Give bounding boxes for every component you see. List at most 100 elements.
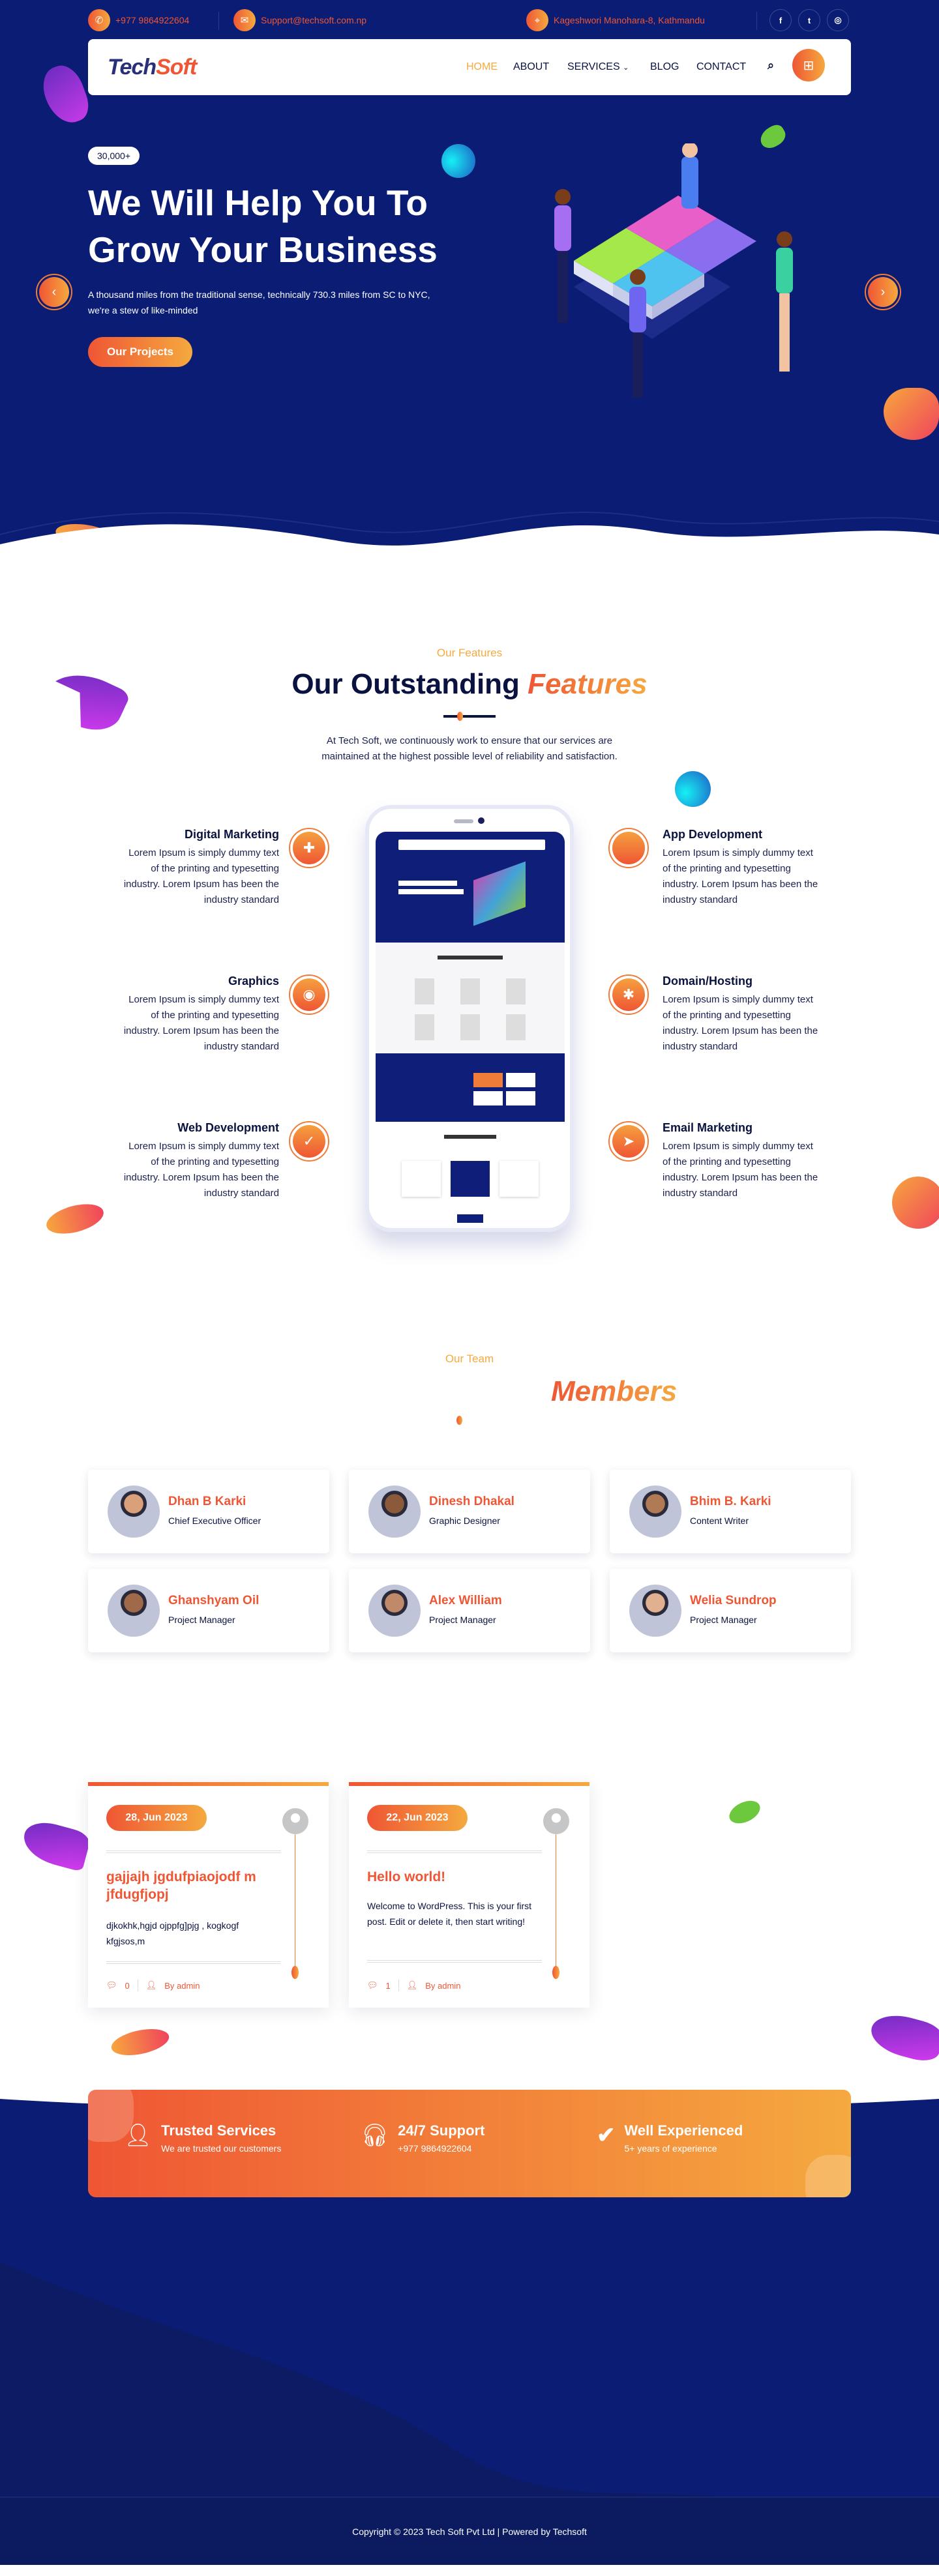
avatar: [629, 1486, 681, 1538]
member-role: Graphic Designer: [429, 1515, 500, 1526]
timeline-dot: [552, 1966, 559, 1979]
comment-count[interactable]: 0: [125, 1981, 130, 1991]
social-links: f t ◎: [769, 9, 849, 31]
puzzle-icon: ✚: [289, 828, 329, 868]
hero-section: ✆ +977 9864922604 ✉ Support@techsoft.com…: [0, 0, 939, 567]
team-member-card[interactable]: Dhan B Karki Chief Executive Officer: [88, 1470, 329, 1553]
features-title: Our Outstanding Features: [291, 668, 648, 700]
nav-blog[interactable]: BLOG: [650, 61, 679, 73]
post-date-badge: 28, Jun 2023: [106, 1805, 207, 1831]
team-member-card[interactable]: Ghanshyam Oil Project Manager: [88, 1569, 329, 1652]
member-name: Alex William: [429, 1594, 502, 1607]
asterisk-icon: ✱: [608, 974, 649, 1015]
purple-blob-decoration: [18, 1817, 93, 1872]
post-title[interactable]: Hello world!: [367, 1868, 546, 1886]
nav-contact[interactable]: CONTACT: [696, 61, 746, 73]
feature-digital-marketing: Digital Marketing Lorem Ipsum is simply …: [123, 828, 279, 905]
team-member-card[interactable]: Welia Sundrop Project Manager: [610, 1569, 851, 1652]
post-author[interactable]: By admin: [164, 1981, 200, 1991]
purple-blob-decoration: [37, 60, 94, 129]
card-top-bar: [349, 1782, 589, 1786]
avatar: [108, 1585, 160, 1637]
chevron-down-icon: ⌄: [623, 64, 629, 72]
divider-dot: [456, 1416, 462, 1425]
chevron-right-icon: ›: [868, 277, 898, 307]
divider: [106, 1961, 281, 1964]
team-member-card[interactable]: Dinesh Dhakal Graphic Designer: [349, 1470, 590, 1553]
feature-web-development: Web Development Lorem Ipsum is simply du…: [123, 1121, 279, 1199]
instagram-icon[interactable]: ◎: [827, 9, 849, 31]
check-icon: ✓: [289, 1121, 329, 1162]
phone-screen: [376, 832, 565, 1223]
topbar-phone[interactable]: ✆ +977 9864922604: [88, 9, 189, 31]
orange-blob-decoration: [892, 1177, 939, 1229]
nav-home[interactable]: HOME: [466, 61, 498, 73]
slider-prev-button[interactable]: ‹: [36, 274, 72, 310]
post-excerpt: Welcome to WordPress. This is your first…: [367, 1901, 532, 1927]
feature-email-marketing: Email Marketing Lorem Ipsum is simply du…: [663, 1121, 818, 1199]
avatar: [368, 1585, 421, 1637]
divider: [398, 1980, 399, 1991]
team-eyebrow: Our Team: [445, 1353, 494, 1365]
divider: [756, 12, 757, 30]
cta-experience: ✔ Well Experienced 5+ years of experience: [597, 2122, 743, 2154]
team-member-card[interactable]: Bhim B. Karki Content Writer: [610, 1470, 851, 1553]
banner-shape-decoration: [805, 2155, 851, 2197]
divider: [218, 12, 219, 30]
feature-graphics: Graphics Lorem Ipsum is simply dummy tex…: [123, 974, 279, 1052]
divider: [367, 1960, 542, 1963]
cyan-ball-decoration: [441, 144, 475, 178]
phone-icon: ✆: [88, 9, 110, 31]
hero-title: We Will Help You To Grow Your Business: [88, 183, 438, 270]
copyright-text: Copyright © 2023 Tech Soft Pvt Ltd | Pow…: [352, 2526, 587, 2537]
team-member-card[interactable]: Alex William Project Manager: [349, 1569, 590, 1652]
comment-count[interactable]: 1: [386, 1981, 391, 1991]
orange-blob-decoration: [43, 1199, 107, 1239]
hero-badge: 30,000+: [88, 147, 140, 165]
feature-app-development: App Development Lorem Ipsum is simply du…: [663, 828, 818, 905]
chevron-left-icon: ‹: [39, 277, 69, 307]
divider: [106, 1851, 281, 1853]
comment-icon: 💬︎: [367, 1980, 378, 1990]
grid-menu-icon[interactable]: ⊞: [792, 49, 825, 81]
apple-icon: [608, 828, 649, 868]
twitter-icon[interactable]: t: [798, 9, 820, 31]
blog-post-card[interactable]: 22, Jun 2023 Hello world! Welcome to Wor…: [349, 1782, 589, 2008]
topbar-address[interactable]: ⌖ Kageshwori Manohara-8, Kathmandu: [526, 9, 705, 31]
post-author[interactable]: By admin: [425, 1981, 460, 1991]
search-icon[interactable]: ⌕: [768, 59, 774, 72]
title-divider: [443, 715, 496, 718]
headset-icon: 🎧︎: [361, 2123, 389, 2148]
cta-trusted-services: 👤︎ Trusted Services We are trusted our cu…: [124, 2122, 282, 2154]
features-intro: At Tech Soft, we continuously work to en…: [321, 735, 618, 762]
logo[interactable]: TechSoft: [108, 55, 197, 80]
divider-dot: [457, 712, 463, 721]
blog-post-card[interactable]: 28, Jun 2023 gajjajh jgdufpiaojodf m jfd…: [88, 1782, 329, 2008]
avatar: [629, 1585, 681, 1637]
topbar-email[interactable]: ✉ Support@techsoft.com.np: [233, 9, 366, 31]
cyan-ball-decoration: [675, 771, 711, 807]
timeline-dot: [291, 1966, 299, 1979]
member-role: Content Writer: [690, 1515, 749, 1526]
nav-services[interactable]: SERVICES ⌄: [567, 61, 629, 73]
member-role: Project Manager: [429, 1615, 496, 1625]
paper-plane-icon: ➤: [608, 1121, 649, 1162]
member-name: Dinesh Dhakal: [429, 1495, 514, 1508]
camera-icon: ◉: [289, 974, 329, 1015]
member-role: Chief Executive Officer: [168, 1515, 261, 1526]
phone-mockup: [365, 805, 574, 1232]
nav-about[interactable]: ABOUT: [513, 61, 549, 73]
green-blob-decoration: [726, 1796, 764, 1828]
author-avatar: [543, 1808, 569, 1834]
map-pin-icon: ⌖: [526, 9, 548, 31]
hero-wave: [0, 511, 939, 567]
facebook-icon[interactable]: f: [769, 9, 792, 31]
cta-banner: 👤︎ Trusted Services We are trusted our cu…: [88, 2090, 851, 2197]
post-meta: 💬︎ 1 👤︎ By admin: [367, 1980, 460, 1991]
our-projects-button[interactable]: Our Projects: [88, 337, 192, 367]
feature-domain-hosting: Domain/Hosting Lorem Ipsum is simply dum…: [663, 974, 818, 1052]
slider-next-button[interactable]: ›: [865, 274, 901, 310]
card-top-bar: [88, 1782, 329, 1786]
post-title[interactable]: gajjajh jgdufpiaojodf m jfdugfjopj: [106, 1868, 286, 1903]
purple-blob-decoration: [867, 2008, 939, 2066]
